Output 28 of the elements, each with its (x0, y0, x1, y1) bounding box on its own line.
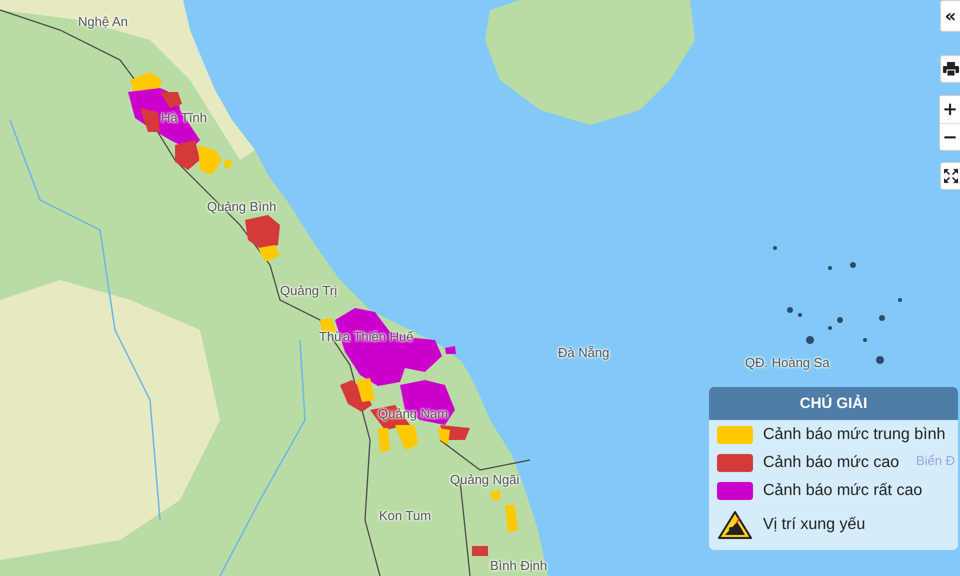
warning-area (198, 145, 222, 175)
warning-area (378, 428, 390, 452)
fullscreen-button[interactable] (940, 162, 960, 190)
warning-area (505, 505, 518, 532)
place-label: Kon Tum (379, 508, 432, 523)
place-label: Đà Nẵng (558, 345, 610, 360)
collapse-button[interactable]: « (940, 0, 960, 32)
printer-icon (942, 62, 958, 76)
fullscreen-icon (942, 168, 958, 184)
place-label: Quảng Ngãi (450, 472, 520, 487)
legend-label: Vị trí xung yếu (763, 516, 866, 534)
legend-label: Cảnh báo mức cao (763, 454, 900, 472)
place-label: Bình Định (490, 558, 548, 573)
legend-label: Cảnh báo mức trung bình (763, 426, 946, 444)
warning-area (472, 546, 488, 556)
warning-area (445, 346, 456, 354)
warning-area (175, 140, 200, 170)
legend-label: Cảnh báo mức rất cao (763, 482, 922, 500)
print-button[interactable] (940, 55, 960, 83)
legend-title: CHÚ GIẢI (709, 387, 958, 420)
place-label: Quảng Trị (280, 283, 338, 298)
place-label: Nghệ An (78, 14, 128, 29)
place-label: Biển Đ (916, 453, 956, 468)
place-label: QĐ. Hoàng Sa (745, 355, 830, 370)
landslide-warning-icon (717, 510, 753, 540)
zoom-out-button[interactable]: − (940, 123, 960, 150)
warning-area (490, 490, 500, 500)
warning-area (438, 428, 450, 445)
